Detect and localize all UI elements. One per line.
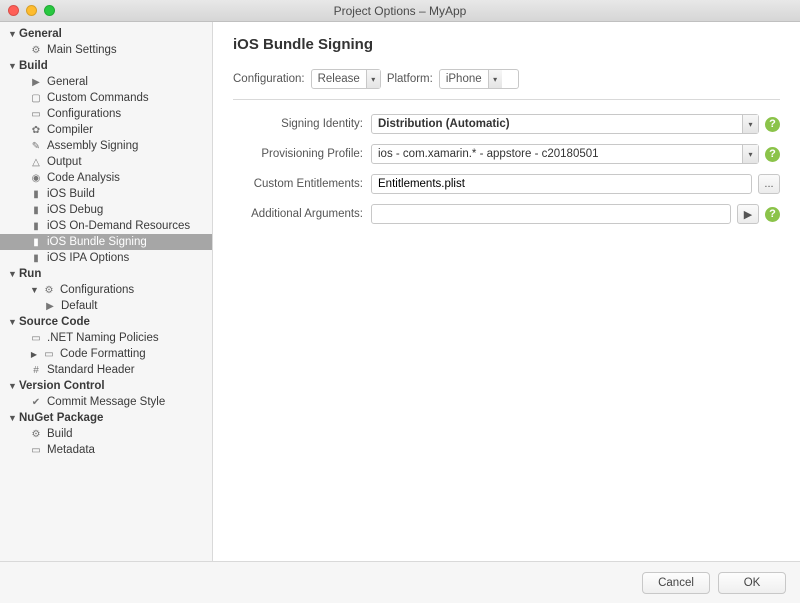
sidebar-item-ios-debug[interactable]: ▮iOS Debug bbox=[0, 202, 212, 218]
additional-arguments-label: Additional Arguments: bbox=[233, 208, 365, 220]
custom-entitlements-input[interactable] bbox=[371, 174, 752, 194]
provisioning-profile-label: Provisioning Profile: bbox=[233, 148, 365, 160]
phone-icon: ▮ bbox=[30, 188, 42, 200]
terminal-icon: ▢ bbox=[30, 92, 42, 104]
chevron-down-icon: ▾ bbox=[742, 115, 758, 133]
sidebar-item-configurations[interactable]: ▭Configurations bbox=[0, 106, 212, 122]
doc-icon: ▭ bbox=[30, 332, 42, 344]
sidebar-item-commit-style[interactable]: ✔Commit Message Style bbox=[0, 394, 212, 410]
signing-identity-select[interactable]: Distribution (Automatic) ▾ bbox=[371, 114, 759, 134]
provisioning-profile-select[interactable]: ios - com.xamarin.* - appstore - c201805… bbox=[371, 144, 759, 164]
page-title: iOS Bundle Signing bbox=[233, 36, 780, 53]
ok-button[interactable]: OK bbox=[718, 572, 786, 594]
titlebar: Project Options – MyApp bbox=[0, 0, 800, 22]
section-version-control[interactable]: ▼Version Control bbox=[0, 378, 212, 394]
output-icon: △ bbox=[30, 156, 42, 168]
divider bbox=[233, 99, 780, 100]
section-nuget[interactable]: ▼NuGet Package bbox=[0, 410, 212, 426]
additional-arguments-input[interactable] bbox=[371, 204, 731, 224]
dialog-footer: Cancel OK bbox=[0, 561, 800, 603]
phone-icon: ▮ bbox=[30, 236, 42, 248]
sidebar-item-code-formatting[interactable]: ▶▭Code Formatting bbox=[0, 346, 212, 362]
hash-icon: # bbox=[30, 364, 42, 376]
signing-icon: ✎ bbox=[30, 140, 42, 152]
configuration-select[interactable]: Release ▾ bbox=[311, 69, 381, 89]
gear-icon: ⚙ bbox=[30, 428, 42, 440]
play-icon: ▶ bbox=[44, 300, 56, 312]
sidebar-item-code-analysis[interactable]: ◉Code Analysis bbox=[0, 170, 212, 186]
window-title: Project Options – MyApp bbox=[0, 4, 800, 18]
gear-icon: ⚙ bbox=[30, 44, 42, 56]
phone-icon: ▮ bbox=[30, 204, 42, 216]
sidebar-item-compiler[interactable]: ✿Compiler bbox=[0, 122, 212, 138]
sidebar-item-output[interactable]: △Output bbox=[0, 154, 212, 170]
sidebar-item-run-default[interactable]: ▶Default bbox=[0, 298, 212, 314]
config-platform-row: Configuration: Release ▾ Platform: iPhon… bbox=[233, 69, 780, 89]
sidebar-item-ios-ondemand[interactable]: ▮iOS On-Demand Resources bbox=[0, 218, 212, 234]
help-icon[interactable]: ? bbox=[765, 117, 780, 132]
custom-entitlements-label: Custom Entitlements: bbox=[233, 178, 365, 190]
cancel-button[interactable]: Cancel bbox=[642, 572, 710, 594]
sidebar-item-nuget-build[interactable]: ⚙Build bbox=[0, 426, 212, 442]
section-build[interactable]: ▼Build bbox=[0, 58, 212, 74]
sidebar-item-nuget-metadata[interactable]: ▭Metadata bbox=[0, 442, 212, 458]
help-icon[interactable]: ? bbox=[765, 207, 780, 222]
sidebar-item-ios-bundle-signing[interactable]: ▮iOS Bundle Signing bbox=[0, 234, 212, 250]
configuration-label: Configuration: bbox=[233, 73, 305, 85]
analysis-icon: ◉ bbox=[30, 172, 42, 184]
chevron-down-icon: ▾ bbox=[366, 70, 380, 88]
compiler-icon: ✿ bbox=[30, 124, 42, 136]
browse-button[interactable]: ... bbox=[758, 174, 780, 194]
configs-icon: ▭ bbox=[30, 108, 42, 120]
project-options-window: Project Options – MyApp ▼General ⚙Main S… bbox=[0, 0, 800, 603]
sidebar: ▼General ⚙Main Settings ▼Build ▶General … bbox=[0, 22, 213, 561]
section-run[interactable]: ▼Run bbox=[0, 266, 212, 282]
chevron-down-icon: ▾ bbox=[488, 70, 502, 88]
sidebar-item-custom-commands[interactable]: ▢Custom Commands bbox=[0, 90, 212, 106]
arguments-expand-button[interactable]: ▶ bbox=[737, 204, 759, 224]
sidebar-item-main-settings[interactable]: ⚙Main Settings bbox=[0, 42, 212, 58]
sidebar-item-assembly-signing[interactable]: ✎Assembly Signing bbox=[0, 138, 212, 154]
doc-icon: ▭ bbox=[30, 444, 42, 456]
check-icon: ✔ bbox=[30, 396, 42, 408]
platform-select[interactable]: iPhone ▾ bbox=[439, 69, 519, 89]
sidebar-item-standard-header[interactable]: #Standard Header bbox=[0, 362, 212, 378]
section-general[interactable]: ▼General bbox=[0, 26, 212, 42]
chevron-down-icon: ▾ bbox=[742, 145, 758, 163]
sidebar-item-build-general[interactable]: ▶General bbox=[0, 74, 212, 90]
signing-identity-label: Signing Identity: bbox=[233, 118, 365, 130]
sidebar-item-ios-build[interactable]: ▮iOS Build bbox=[0, 186, 212, 202]
section-source-code[interactable]: ▼Source Code bbox=[0, 314, 212, 330]
phone-icon: ▮ bbox=[30, 220, 42, 232]
sidebar-item-naming-policies[interactable]: ▭.NET Naming Policies bbox=[0, 330, 212, 346]
sidebar-item-ios-ipa[interactable]: ▮iOS IPA Options bbox=[0, 250, 212, 266]
platform-label: Platform: bbox=[387, 73, 433, 85]
play-icon: ▶ bbox=[30, 76, 42, 88]
phone-icon: ▮ bbox=[30, 252, 42, 264]
help-icon[interactable]: ? bbox=[765, 147, 780, 162]
doc-icon: ▭ bbox=[43, 348, 55, 360]
main-panel: iOS Bundle Signing Configuration: Releas… bbox=[213, 22, 800, 561]
gear-icon: ⚙ bbox=[43, 284, 55, 296]
sidebar-item-run-configurations[interactable]: ▼⚙Configurations bbox=[0, 282, 212, 298]
